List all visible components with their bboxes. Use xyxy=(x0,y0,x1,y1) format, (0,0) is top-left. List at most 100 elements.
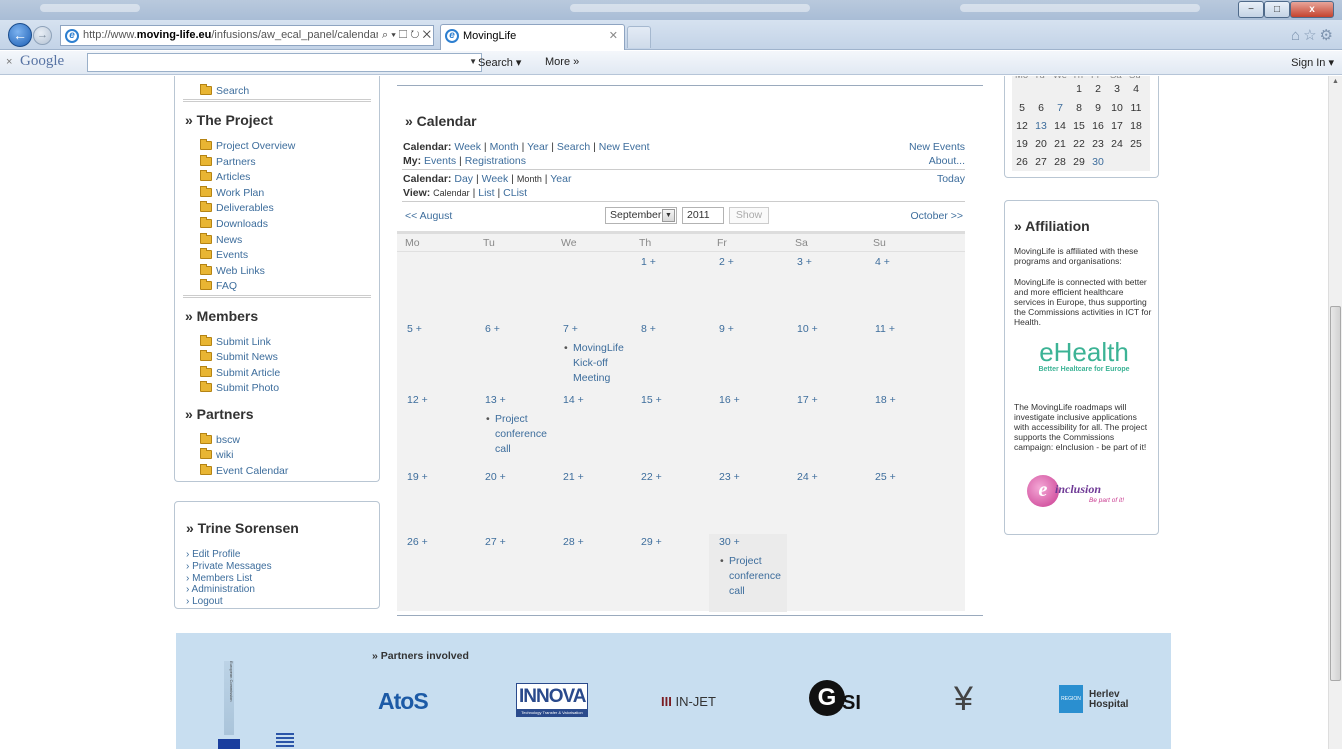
user-link[interactable]: › Members List xyxy=(186,573,252,584)
calendar-day-cell[interactable]: 5 + xyxy=(397,321,475,401)
address-bar-icons[interactable]: ⌕ ▾ ☐ ↻ ✕ xyxy=(378,26,431,45)
innova-logo[interactable]: INNOVA Technology Transfer & Valorisatio… xyxy=(516,683,588,717)
menu-item[interactable]: Event Calendar xyxy=(200,463,288,478)
scrollbar-thumb[interactable] xyxy=(1330,306,1341,681)
calendar-day-cell[interactable]: 11 + xyxy=(865,321,943,401)
calendar-day-cell[interactable]: 9 + xyxy=(709,321,787,401)
menu-item[interactable]: wiki xyxy=(200,448,234,462)
calendar-event[interactable]: Project conference call xyxy=(720,554,791,599)
chevron-down-icon[interactable]: ▼ xyxy=(469,57,477,66)
calendar-day-cell[interactable]: 18 + xyxy=(865,392,943,472)
today-link[interactable]: Today xyxy=(937,173,965,185)
day-add-event-link[interactable]: 23 + xyxy=(719,471,740,483)
user-link[interactable]: › Administration xyxy=(186,584,255,595)
list-view-link[interactable]: List xyxy=(478,187,494,199)
window-minimize-button[interactable]: − xyxy=(1238,1,1264,18)
menu-item[interactable]: Partners xyxy=(200,154,256,169)
day-add-event-link[interactable]: 1 + xyxy=(641,256,656,268)
menu-item[interactable]: Submit Photo xyxy=(200,380,279,395)
calendar-event[interactable]: Project conference call xyxy=(486,412,557,457)
tab-close-icon[interactable]: ✕ xyxy=(609,25,618,47)
calendar-day-cell[interactable]: 24 + xyxy=(787,469,865,549)
day-add-event-link[interactable]: 25 + xyxy=(875,471,896,483)
forward-arrow-icon[interactable]: → xyxy=(33,26,52,45)
prev-month-link[interactable]: << August xyxy=(405,210,452,222)
calendar-day-cell[interactable]: 30 +Project conference call xyxy=(709,534,787,612)
calendar-day-cell[interactable]: 13 +Project conference call xyxy=(475,392,553,472)
year-input[interactable]: 2011 xyxy=(682,207,724,224)
mini-calendar-day[interactable]: 7 xyxy=(1052,102,1068,114)
menu-item[interactable]: FAQ xyxy=(200,279,237,293)
scroll-up-icon[interactable]: ▲ xyxy=(1332,78,1339,85)
day-add-event-link[interactable]: 24 + xyxy=(797,471,818,483)
back-arrow-icon[interactable]: ← xyxy=(8,23,32,47)
day-add-event-link[interactable]: 16 + xyxy=(719,394,740,406)
day-add-event-link[interactable]: 3 + xyxy=(797,256,812,268)
address-bar[interactable]: e http://www.moving-life.eu/infusions/aw… xyxy=(60,25,434,46)
day-add-event-link[interactable]: 13 + xyxy=(485,394,506,406)
calendar-day-cell[interactable]: 15 + xyxy=(631,392,709,472)
day-add-event-link[interactable]: 22 + xyxy=(641,471,662,483)
month-select[interactable]: September ▼ xyxy=(605,207,677,224)
day-add-event-link[interactable]: 17 + xyxy=(797,394,818,406)
calendar-day-cell[interactable]: 12 + xyxy=(397,392,475,472)
user-link[interactable]: › Edit Profile xyxy=(186,549,240,560)
day-add-event-link[interactable]: 5 + xyxy=(407,323,422,335)
day-add-event-link[interactable]: 4 + xyxy=(875,256,890,268)
calendar-day-cell[interactable]: 6 + xyxy=(475,321,553,401)
day-add-event-link[interactable]: 2 + xyxy=(719,256,734,268)
day-view-link[interactable]: Day xyxy=(454,173,473,185)
day-add-event-link[interactable]: 9 + xyxy=(719,323,734,335)
day-add-event-link[interactable]: 28 + xyxy=(563,536,584,548)
user-link[interactable]: › Private Messages xyxy=(186,561,272,572)
day-add-event-link[interactable]: 30 + xyxy=(719,536,740,548)
show-button[interactable]: Show xyxy=(729,207,769,224)
window-close-button[interactable]: x xyxy=(1290,1,1334,18)
day-add-event-link[interactable]: 20 + xyxy=(485,471,506,483)
toolbar-close-icon[interactable]: × xyxy=(6,56,12,68)
menu-item[interactable]: Events xyxy=(200,248,248,262)
menu-item[interactable]: Web Links xyxy=(200,263,265,278)
menu-item[interactable]: Project Overview xyxy=(200,139,295,153)
tab-movinglife[interactable]: e MovingLife ✕ xyxy=(440,24,625,50)
day-add-event-link[interactable]: 26 + xyxy=(407,536,428,548)
calendar-day-cell[interactable]: 26 + xyxy=(397,534,475,614)
home-favorites-tools-icons[interactable]: ⌂☆⚙ xyxy=(1291,26,1336,44)
week-view-link[interactable]: Week xyxy=(482,173,509,185)
day-add-event-link[interactable]: 10 + xyxy=(797,323,818,335)
menu-item[interactable]: Articles xyxy=(200,170,250,184)
google-more-button[interactable]: More » xyxy=(545,56,579,68)
day-add-event-link[interactable]: 12 + xyxy=(407,394,428,406)
gsi-logo[interactable]: G SI xyxy=(809,680,873,720)
google-search-input[interactable]: ▼ xyxy=(87,53,482,72)
day-add-event-link[interactable]: 15 + xyxy=(641,394,662,406)
calendar-link[interactable]: New Event xyxy=(599,141,650,153)
day-add-event-link[interactable]: 21 + xyxy=(563,471,584,483)
calendar-event[interactable]: MovingLife Kick-off Meeting xyxy=(564,341,635,386)
calendar-day-cell[interactable]: 29 + xyxy=(631,534,709,614)
calendar-link[interactable]: Events xyxy=(424,155,456,167)
day-add-event-link[interactable]: 7 + xyxy=(563,323,578,335)
new-tab-button[interactable] xyxy=(627,26,651,48)
year-view-link[interactable]: Year xyxy=(550,173,571,185)
calendar-link[interactable]: Week xyxy=(454,141,481,153)
atos-logo[interactable]: AtoS xyxy=(378,688,429,715)
menu-item[interactable]: Submit Article xyxy=(200,365,280,380)
google-signin-button[interactable]: Sign In ▾ xyxy=(1291,56,1334,69)
user-link[interactable]: › Logout xyxy=(186,596,223,607)
chevron-down-icon[interactable]: ▼ xyxy=(662,209,675,222)
mini-calendar-day[interactable]: 30 xyxy=(1090,156,1106,168)
day-add-event-link[interactable]: 14 + xyxy=(563,394,584,406)
day-add-event-link[interactable]: 27 + xyxy=(485,536,506,548)
menu-item[interactable]: bscw xyxy=(200,433,240,447)
menu-item[interactable]: Work Plan xyxy=(200,185,264,200)
next-month-link[interactable]: October >> xyxy=(910,210,963,222)
mini-calendar-day[interactable]: 13 xyxy=(1033,120,1049,132)
calendar-day-cell[interactable]: 25 + xyxy=(865,469,943,549)
partner-logo[interactable] xyxy=(276,733,294,747)
menu-item[interactable]: Submit Link xyxy=(200,335,271,349)
calendar-link[interactable]: Month xyxy=(490,141,519,153)
calendar-day-cell[interactable]: 8 + xyxy=(631,321,709,401)
day-add-event-link[interactable]: 18 + xyxy=(875,394,896,406)
day-add-event-link[interactable]: 19 + xyxy=(407,471,428,483)
